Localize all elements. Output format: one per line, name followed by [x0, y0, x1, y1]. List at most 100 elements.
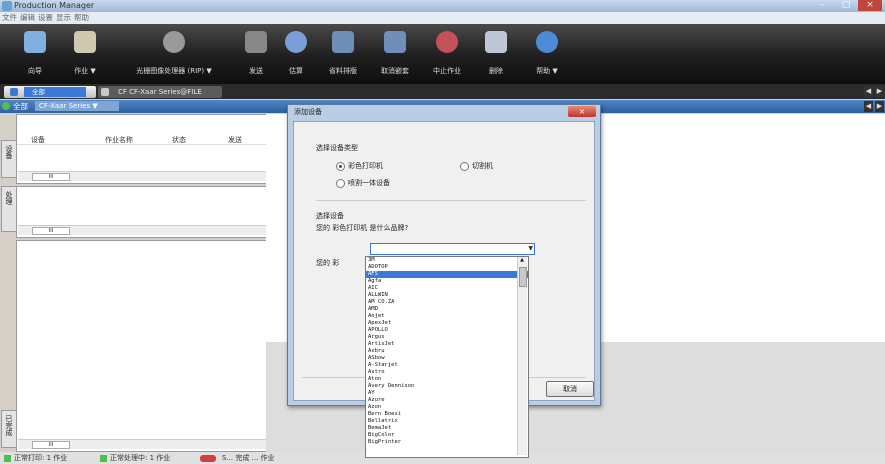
horizontal-scrollbar[interactable]: III: [18, 171, 266, 181]
main-toolbar: 向导 作业 ▼ 光栅图像处理器 (RIP) ▼ 发送 估算 省料排版 取消嵌套 …: [0, 24, 885, 84]
toolbar-label: 发送: [249, 67, 263, 75]
brand-dropdown-list[interactable]: 3M ADOTOP AFS Agfa AIC ALLWIN AM CO.ZA AMD Anjet…: [365, 256, 529, 458]
menu-edit[interactable]: 编辑: [20, 12, 35, 24]
menu-settings[interactable]: 设置: [38, 12, 53, 24]
maximize-button[interactable]: ▢: [834, 0, 858, 11]
brand-option[interactable]: 3M: [366, 257, 528, 264]
tab-all-label: 全部: [24, 87, 86, 97]
brand-question-label: 您的 彩色打印机 是什么品牌?: [316, 224, 409, 232]
app-icon: [2, 1, 12, 11]
folder-icon: [74, 31, 96, 53]
nesting-icon: [332, 31, 354, 53]
scroll-thumb[interactable]: III: [32, 441, 70, 449]
brand-option[interactable]: ADOTOP: [366, 264, 528, 271]
tab-all[interactable]: 全部: [4, 86, 96, 98]
toolbar-stop-job-button[interactable]: 中止作业: [422, 26, 472, 82]
brand-option[interactable]: ALLWIN: [366, 292, 528, 299]
toolbar-wizard-button[interactable]: 向导: [15, 26, 55, 82]
brand-dropdown[interactable]: ▼: [370, 243, 535, 255]
side-tab-completed[interactable]: 已完成: [1, 410, 17, 448]
title-bar: Production Manager – ▢ ×: [0, 0, 885, 12]
brand-option[interactable]: Argus: [366, 334, 528, 341]
brand-option[interactable]: APOLLO: [366, 327, 528, 334]
toolbar-send-button[interactable]: 发送: [238, 26, 274, 82]
brand-option[interactable]: Bern Boesi: [366, 411, 528, 418]
brand-option[interactable]: AFS: [366, 271, 528, 278]
toolbar-nesting-button[interactable]: 省料排版: [318, 26, 368, 82]
help-icon: [536, 31, 558, 53]
scroll-thumb[interactable]: III: [32, 227, 70, 235]
brand-option[interactable]: AY: [366, 390, 528, 397]
scroll-left-button[interactable]: ◀: [864, 101, 873, 112]
brand-option[interactable]: Asbru: [366, 348, 528, 355]
tab-device-label: CF CF-Xaar Series@FILE: [118, 88, 202, 96]
brand-option[interactable]: Astro: [366, 369, 528, 376]
minimize-button[interactable]: –: [810, 0, 834, 11]
menu-view[interactable]: 显示: [56, 12, 71, 24]
brand-option[interactable]: BigColor: [366, 432, 528, 439]
toolbar-help-button[interactable]: 帮助 ▼: [522, 26, 572, 82]
scroll-up-icon[interactable]: ▲: [518, 257, 526, 263]
scroll-thumb[interactable]: III: [32, 173, 70, 181]
section-select-device-heading: 选择设备: [316, 212, 344, 220]
toolbar-label: 作业 ▼: [74, 67, 96, 75]
toolbar-label: 向导: [28, 67, 42, 75]
brand-list-scrollbar[interactable]: ▲: [517, 257, 527, 455]
brand-option[interactable]: BigPrinter: [366, 439, 528, 446]
cancel-button[interactable]: 取消: [546, 381, 594, 397]
scroll-right-button[interactable]: ▶: [875, 101, 884, 112]
brand-option[interactable]: Azure: [366, 397, 528, 404]
model-question-label: 您的 彩: [316, 259, 340, 267]
add-icon[interactable]: [2, 102, 10, 110]
tab-device-queue[interactable]: CF CF-Xaar Series@FILE: [98, 86, 222, 98]
unnest-icon: [384, 31, 406, 53]
toolbar-rip-button[interactable]: 光栅图像处理器 (RIP) ▼: [115, 26, 233, 82]
radio-print-cut-combo[interactable]: [336, 179, 345, 188]
toolbar-job-button[interactable]: 作业 ▼: [60, 26, 110, 82]
device-list-panel: 设备 作业名称 状态 发送 III: [16, 114, 268, 184]
toolbar-unnest-button[interactable]: 取消嵌套: [370, 26, 420, 82]
section-divider: [316, 200, 586, 201]
brand-option[interactable]: AMD: [366, 306, 528, 313]
menu-help[interactable]: 帮助: [74, 12, 89, 24]
radio-color-printer[interactable]: [336, 162, 345, 171]
toolbar-label: 估算: [289, 67, 303, 75]
radio-cutter-label[interactable]: 切割机: [472, 161, 493, 171]
brand-option[interactable]: BemaJet: [366, 425, 528, 432]
brand-option[interactable]: AIC: [366, 285, 528, 292]
dialog-close-button[interactable]: ×: [568, 106, 596, 117]
toolbar-label: 取消嵌套: [381, 67, 409, 75]
menu-file[interactable]: 文件: [2, 12, 17, 24]
toolbar-label: 中止作业: [433, 67, 461, 75]
radio-color-printer-label[interactable]: 彩色打印机: [348, 161, 383, 171]
brand-option[interactable]: ASbow: [366, 355, 528, 362]
tab-scroll-right-button[interactable]: ▶: [875, 86, 884, 97]
toolbar-estimate-button[interactable]: 估算: [278, 26, 314, 82]
side-tab-devices[interactable]: 设备: [1, 140, 17, 178]
brand-option[interactable]: ApexJet: [366, 320, 528, 327]
brand-option[interactable]: ArtisJet: [366, 341, 528, 348]
filter-label: 全部: [13, 102, 28, 111]
close-window-button[interactable]: ×: [858, 0, 882, 11]
brand-option[interactable]: Avery Dennison: [366, 383, 528, 390]
brand-option[interactable]: Anjet: [366, 313, 528, 320]
header-divider: [17, 144, 267, 145]
status-printing: 正常打印: 1 作业: [14, 454, 68, 462]
horizontal-scrollbar[interactable]: III: [18, 439, 266, 449]
radio-cutter[interactable]: [460, 162, 469, 171]
brand-option[interactable]: Agfa: [366, 278, 528, 285]
side-tab-processing[interactable]: 处理: [1, 186, 17, 232]
status-warning-icon: [200, 455, 216, 462]
brand-option[interactable]: A-Starjet: [366, 362, 528, 369]
scroll-thumb[interactable]: [519, 267, 527, 287]
brand-option[interactable]: Aton: [366, 376, 528, 383]
horizontal-scrollbar[interactable]: III: [18, 225, 266, 235]
brand-option[interactable]: Bellatrix: [366, 418, 528, 425]
toolbar-delete-button[interactable]: 删除: [476, 26, 516, 82]
radio-print-cut-combo-label[interactable]: 喷割一体设备: [348, 178, 390, 188]
queue-selector-dropdown[interactable]: CF-Xaar Series ▼: [35, 101, 119, 111]
brand-option[interactable]: AM CO.ZA: [366, 299, 528, 306]
tab-scroll-left-button[interactable]: ◀: [864, 86, 873, 97]
toolbar-label: 省料排版: [329, 67, 357, 75]
brand-option[interactable]: Azon: [366, 404, 528, 411]
